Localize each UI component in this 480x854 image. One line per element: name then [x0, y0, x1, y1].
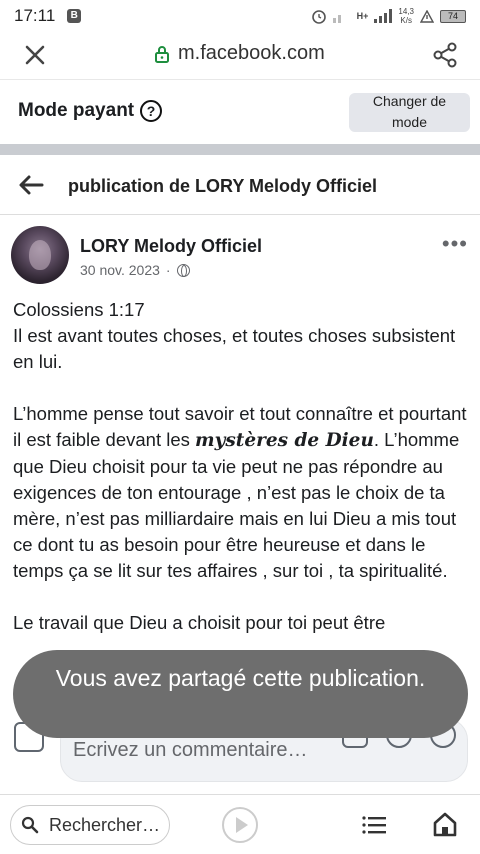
- status-icons: H+ 14,3 K/s 74: [311, 7, 466, 25]
- status-bar: 17:11 B H+ 14,3 K/s 74: [0, 0, 480, 32]
- signal-icon: [332, 15, 341, 23]
- alarm-icon: [311, 10, 326, 24]
- search-button[interactable]: Rechercher…: [10, 805, 170, 845]
- globe-icon: [176, 263, 190, 277]
- emphasis-text: mystères de Dieu: [195, 430, 374, 451]
- mode-title: Mode payant: [18, 100, 135, 121]
- post-date[interactable]: 30 nov. 2023: [80, 262, 160, 278]
- change-mode-line2: mode: [391, 114, 428, 130]
- battery-icon: 74: [440, 9, 466, 23]
- section-divider: [0, 144, 480, 155]
- back-arrow-icon[interactable]: [18, 173, 44, 197]
- play-icon[interactable]: [222, 807, 258, 843]
- share-confirmation-toast: Vous avez partagé cette publication.: [13, 650, 468, 738]
- avatar[interactable]: [11, 226, 69, 284]
- browser-url-bar: m.facebook.com: [0, 32, 480, 80]
- post-meta: 30 nov. 2023 ·: [80, 262, 190, 278]
- close-icon[interactable]: [20, 40, 50, 70]
- speed-unit: K/s: [400, 16, 412, 25]
- post-paragraph: Le travail que Dieu a choisit pour toi p…: [13, 610, 473, 636]
- paragraph-text: Le travail que Dieu a choisit pour toi p…: [13, 612, 386, 633]
- warning-icon: [420, 9, 434, 23]
- search-label: Rechercher…: [49, 814, 161, 835]
- change-mode-button[interactable]: Changer de mode: [349, 93, 470, 132]
- verse-reference: Colossiens 1:17: [13, 299, 145, 320]
- net-speed: 14,3 K/s: [398, 7, 414, 25]
- page-title: publication de LORY Melody Officiel: [68, 176, 378, 196]
- verse-text: Il est avant toutes choses, et toutes ch…: [13, 325, 456, 372]
- post-body: Colossiens 1:17 Il est avant toutes chos…: [13, 297, 473, 662]
- menu-icon[interactable]: [362, 815, 386, 835]
- help-icon[interactable]: ?: [140, 100, 162, 122]
- post-paragraph: L’homme pense tout savoir et tout connaî…: [13, 401, 473, 584]
- lock-icon: [155, 45, 169, 63]
- browser-bottom-nav: Rechercher…: [0, 794, 480, 854]
- author-name[interactable]: LORY Melody Officiel: [80, 236, 262, 257]
- signal-bars-icon: [374, 9, 393, 23]
- search-icon: [21, 816, 39, 834]
- more-options-button[interactable]: •••: [442, 233, 468, 255]
- home-icon[interactable]: [432, 811, 458, 837]
- paragraph-text: . L’homme que Dieu choisit pour ta vie p…: [13, 429, 460, 581]
- share-icon[interactable]: [430, 40, 460, 70]
- network-type: H+: [356, 11, 369, 21]
- publication-header: publication de LORY Melody Officiel: [0, 155, 480, 215]
- meta-separator: ·: [165, 262, 171, 278]
- data-mode-bar: Mode payant ? Changer de mode: [0, 80, 480, 144]
- url-display[interactable]: m.facebook.com: [154, 42, 325, 65]
- speed-value: 14,3: [398, 7, 414, 16]
- url-text: m.facebook.com: [178, 42, 325, 64]
- post-paragraph: Colossiens 1:17 Il est avant toutes chos…: [13, 297, 473, 375]
- screen: 17:11 B H+ 14,3 K/s 74 m.facebook.com Mod…: [0, 0, 480, 854]
- sim-badge: B: [67, 9, 82, 23]
- clock: 17:11: [14, 6, 56, 25]
